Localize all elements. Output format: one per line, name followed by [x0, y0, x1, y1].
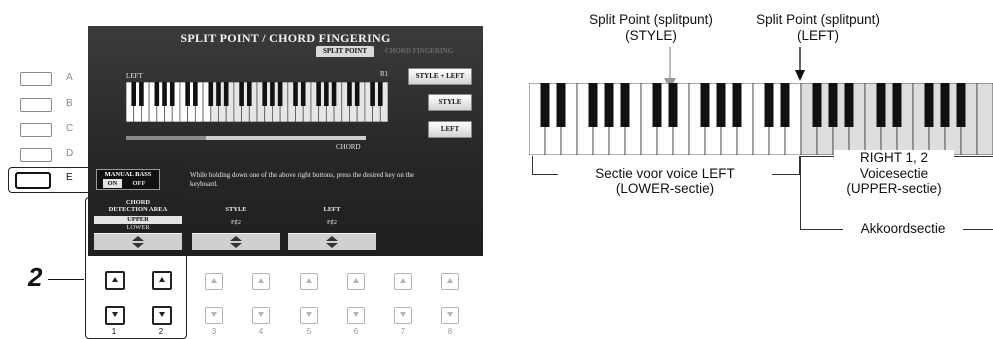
- left-section-label: Sectie voor voice LEFT (LOWER-sectie): [558, 166, 772, 196]
- black-key: [700, 83, 710, 127]
- left-bracket-start: [532, 156, 533, 175]
- right-section-label: RIGHT 1, 2 Voicesectie (UPPER-sectie): [834, 150, 954, 197]
- right-section-line2: Voicesectie: [859, 165, 929, 181]
- black-key: [940, 83, 950, 127]
- black-key: [828, 83, 838, 127]
- black-key: [892, 83, 902, 127]
- left-section-line2: (LOWER-sectie): [615, 181, 715, 196]
- black-key: [780, 83, 790, 127]
- right-section-line1: RIGHT 1, 2: [859, 150, 929, 165]
- black-key: [716, 83, 726, 127]
- black-key: [876, 83, 886, 127]
- black-key: [588, 83, 598, 127]
- diagram-keyboard: [529, 83, 993, 155]
- white-key: [976, 83, 993, 155]
- right-bracket-divider: [800, 156, 801, 229]
- black-key: [540, 83, 550, 127]
- black-key: [620, 83, 630, 127]
- black-key: [812, 83, 822, 127]
- black-key: [668, 83, 678, 127]
- black-key: [956, 83, 966, 127]
- black-key: [924, 83, 934, 127]
- left-section-line1: Sectie voor voice LEFT: [595, 166, 735, 181]
- right-section-line3: (UPPER-sectie): [846, 181, 942, 196]
- black-key: [556, 83, 566, 127]
- chord-section-label: Akkoordsectie: [843, 221, 963, 236]
- black-key: [652, 83, 662, 127]
- black-key: [844, 83, 854, 127]
- black-key: [732, 83, 742, 127]
- black-key: [604, 83, 614, 127]
- black-key: [764, 83, 774, 127]
